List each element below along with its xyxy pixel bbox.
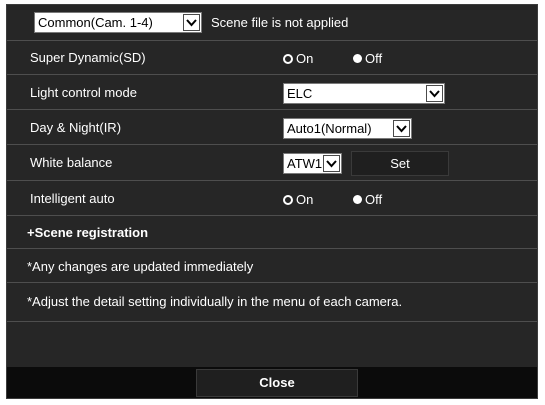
header-row: Common(Cam. 1-4) Scene file is not appli…: [7, 5, 537, 41]
footer-bar: Close: [7, 367, 537, 398]
light-control-value: ELC: [287, 86, 313, 101]
super-dynamic-on-label: On: [296, 51, 314, 66]
super-dynamic-row: Super Dynamic(SD) On Off: [7, 41, 537, 75]
white-balance-row: White balance ATW1 Set: [7, 145, 537, 181]
intelligent-auto-off-radio[interactable]: Off: [353, 192, 382, 207]
note-immediate-row: *Any changes are updated immediately: [7, 249, 537, 283]
super-dynamic-label: Super Dynamic(SD): [30, 50, 146, 65]
day-night-value: Auto1(Normal): [287, 121, 372, 136]
white-balance-set-button[interactable]: Set: [351, 151, 449, 176]
radio-unchecked-icon: [353, 54, 362, 63]
light-control-label: Light control mode: [30, 85, 137, 100]
radio-checked-icon: [283, 53, 293, 64]
intelligent-auto-on-label: On: [296, 192, 314, 207]
super-dynamic-off-label: Off: [365, 51, 383, 66]
note-detail-text: *Adjust the detail setting individually …: [27, 294, 403, 309]
super-dynamic-on-radio[interactable]: On: [283, 51, 313, 66]
note-immediate-text: *Any changes are updated immediately: [27, 259, 254, 274]
day-night-select[interactable]: Auto1(Normal): [283, 118, 412, 139]
day-night-row: Day & Night(IR) Auto1(Normal): [7, 110, 537, 145]
close-button[interactable]: Close: [196, 369, 358, 397]
camera-select[interactable]: Common(Cam. 1-4): [34, 12, 202, 33]
chevron-down-icon: [393, 120, 410, 137]
day-night-label: Day & Night(IR): [30, 120, 122, 135]
note-detail-row: *Adjust the detail setting individually …: [7, 283, 537, 322]
scene-status-text: Scene file is not applied: [211, 15, 349, 30]
white-balance-value: ATW1: [287, 156, 323, 171]
intelligent-auto-row: Intelligent auto On Off: [7, 181, 537, 216]
chevron-down-icon: [183, 14, 200, 31]
intelligent-auto-on-radio[interactable]: On: [283, 192, 313, 207]
scene-registration-row: +Scene registration: [7, 216, 537, 249]
radio-unchecked-icon: [353, 195, 362, 204]
super-dynamic-off-radio[interactable]: Off: [353, 51, 382, 66]
white-balance-select[interactable]: ATW1: [283, 153, 342, 174]
scene-settings-panel: Common(Cam. 1-4) Scene file is not appli…: [6, 4, 538, 399]
radio-checked-icon: [283, 194, 293, 205]
intelligent-auto-off-label: Off: [365, 192, 383, 207]
camera-select-value: Common(Cam. 1-4): [38, 15, 153, 30]
chevron-down-icon: [426, 85, 443, 102]
light-control-row: Light control mode ELC: [7, 75, 537, 110]
white-balance-label: White balance: [30, 155, 113, 170]
intelligent-auto-label: Intelligent auto: [30, 191, 115, 206]
chevron-down-icon: [323, 155, 340, 172]
light-control-select[interactable]: ELC: [283, 83, 445, 104]
scene-registration-link[interactable]: +Scene registration: [27, 225, 148, 240]
